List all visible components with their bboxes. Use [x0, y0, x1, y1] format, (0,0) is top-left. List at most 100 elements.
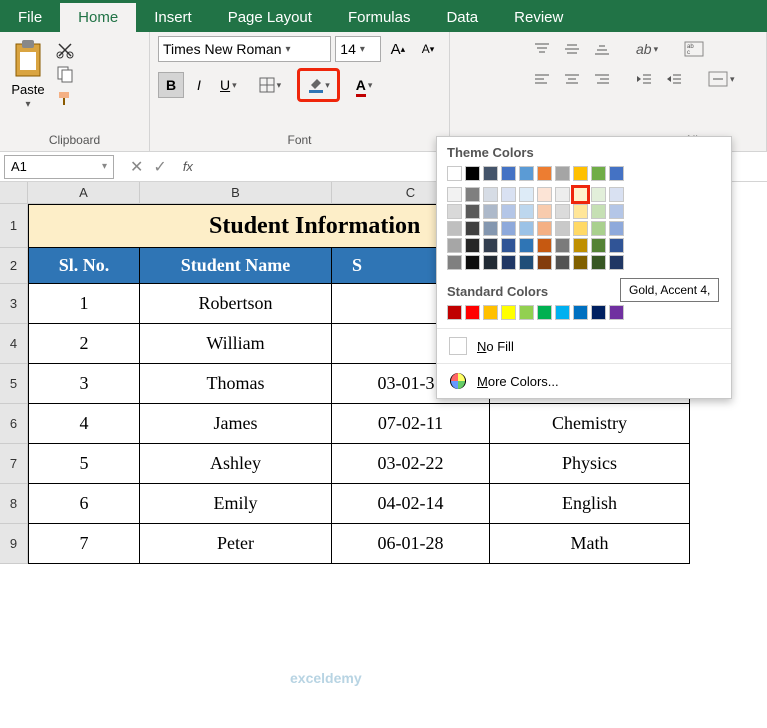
row-header[interactable]: 2: [0, 248, 28, 284]
color-swatch[interactable]: [609, 238, 624, 253]
color-swatch[interactable]: [609, 221, 624, 236]
color-swatch[interactable]: [573, 204, 588, 219]
color-swatch[interactable]: [591, 305, 606, 320]
color-swatch[interactable]: [501, 305, 516, 320]
decrease-font-button[interactable]: A▾: [415, 36, 441, 62]
align-left-button[interactable]: [528, 66, 556, 92]
color-swatch[interactable]: [609, 166, 624, 181]
color-swatch[interactable]: [519, 255, 534, 270]
decrease-indent-button[interactable]: [630, 66, 658, 92]
tab-formulas[interactable]: Formulas: [330, 3, 429, 32]
data-cell[interactable]: 6: [28, 484, 140, 524]
fill-color-button[interactable]: ▾: [301, 72, 336, 98]
font-name-combo[interactable]: Times New Roman▾: [158, 36, 331, 62]
color-swatch[interactable]: [501, 166, 516, 181]
row-header[interactable]: 3: [0, 284, 28, 324]
data-cell[interactable]: 5: [28, 444, 140, 484]
data-cell[interactable]: Physics: [490, 444, 690, 484]
font-size-combo[interactable]: 14▾: [335, 36, 380, 62]
color-swatch[interactable]: [465, 204, 480, 219]
copy-button[interactable]: [54, 64, 76, 84]
data-cell[interactable]: 1: [28, 284, 140, 324]
align-right-button[interactable]: [588, 66, 616, 92]
color-swatch[interactable]: [519, 166, 534, 181]
data-cell[interactable]: 06-01-28: [332, 524, 490, 564]
color-swatch[interactable]: [573, 187, 588, 202]
color-swatch[interactable]: [573, 221, 588, 236]
fx-icon[interactable]: fx: [177, 159, 199, 174]
color-swatch[interactable]: [465, 238, 480, 253]
color-swatch[interactable]: [501, 255, 516, 270]
color-swatch[interactable]: [609, 255, 624, 270]
color-swatch[interactable]: [555, 166, 570, 181]
color-swatch[interactable]: [483, 255, 498, 270]
data-cell[interactable]: Ashley: [140, 444, 332, 484]
color-swatch[interactable]: [519, 221, 534, 236]
tab-review[interactable]: Review: [496, 3, 581, 32]
color-swatch[interactable]: [519, 238, 534, 253]
data-cell[interactable]: Math: [490, 524, 690, 564]
data-cell[interactable]: Thomas: [140, 364, 332, 404]
color-swatch[interactable]: [519, 187, 534, 202]
color-swatch[interactable]: [555, 204, 570, 219]
font-color-button[interactable]: A▾: [350, 72, 379, 98]
color-swatch[interactable]: [573, 305, 588, 320]
tab-data[interactable]: Data: [428, 3, 496, 32]
color-swatch[interactable]: [447, 221, 462, 236]
data-cell[interactable]: 2: [28, 324, 140, 364]
data-cell[interactable]: 03-02-22: [332, 444, 490, 484]
tab-home[interactable]: Home: [60, 3, 136, 32]
color-swatch[interactable]: [447, 187, 462, 202]
color-swatch[interactable]: [591, 238, 606, 253]
paste-button[interactable]: Paste ▾: [8, 36, 48, 112]
color-swatch[interactable]: [555, 187, 570, 202]
color-swatch[interactable]: [519, 305, 534, 320]
header-cell[interactable]: Student Name: [140, 248, 332, 284]
cancel-formula-icon[interactable]: ✕: [130, 157, 143, 177]
underline-button[interactable]: U▾: [214, 72, 243, 98]
wrap-text-button[interactable]: abc: [678, 36, 710, 62]
data-cell[interactable]: Chemistry: [490, 404, 690, 444]
color-swatch[interactable]: [483, 221, 498, 236]
header-cell[interactable]: Sl. No.: [28, 248, 140, 284]
color-swatch[interactable]: [537, 204, 552, 219]
format-painter-button[interactable]: [54, 88, 76, 108]
color-swatch[interactable]: [447, 238, 462, 253]
color-swatch[interactable]: [591, 255, 606, 270]
color-swatch[interactable]: [555, 305, 570, 320]
color-swatch[interactable]: [483, 204, 498, 219]
data-cell[interactable]: 7: [28, 524, 140, 564]
color-swatch[interactable]: [537, 221, 552, 236]
color-swatch[interactable]: [501, 238, 516, 253]
data-cell[interactable]: Robertson: [140, 284, 332, 324]
color-swatch[interactable]: [555, 221, 570, 236]
color-swatch[interactable]: [483, 238, 498, 253]
increase-indent-button[interactable]: [660, 66, 688, 92]
no-fill-button[interactable]: No Fill: [437, 328, 731, 363]
tab-insert[interactable]: Insert: [136, 3, 210, 32]
color-swatch[interactable]: [447, 204, 462, 219]
row-header[interactable]: 4: [0, 324, 28, 364]
data-cell[interactable]: 3: [28, 364, 140, 404]
tab-file[interactable]: File: [0, 3, 60, 32]
borders-button[interactable]: ▾: [253, 72, 288, 98]
data-cell[interactable]: 4: [28, 404, 140, 444]
col-header-b[interactable]: B: [140, 182, 332, 204]
data-cell[interactable]: 07-02-11: [332, 404, 490, 444]
increase-font-button[interactable]: A▴: [385, 36, 411, 62]
italic-button[interactable]: I: [186, 72, 212, 98]
data-cell[interactable]: Emily: [140, 484, 332, 524]
color-swatch[interactable]: [573, 255, 588, 270]
color-swatch[interactable]: [465, 221, 480, 236]
color-swatch[interactable]: [591, 221, 606, 236]
name-box[interactable]: A1▾: [4, 155, 114, 179]
color-swatch[interactable]: [555, 238, 570, 253]
color-swatch[interactable]: [519, 204, 534, 219]
cut-button[interactable]: [54, 40, 76, 60]
color-swatch[interactable]: [555, 255, 570, 270]
tab-page-layout[interactable]: Page Layout: [210, 3, 330, 32]
row-header[interactable]: 8: [0, 484, 28, 524]
select-all-corner[interactable]: [0, 182, 28, 204]
color-swatch[interactable]: [537, 166, 552, 181]
color-swatch[interactable]: [591, 204, 606, 219]
